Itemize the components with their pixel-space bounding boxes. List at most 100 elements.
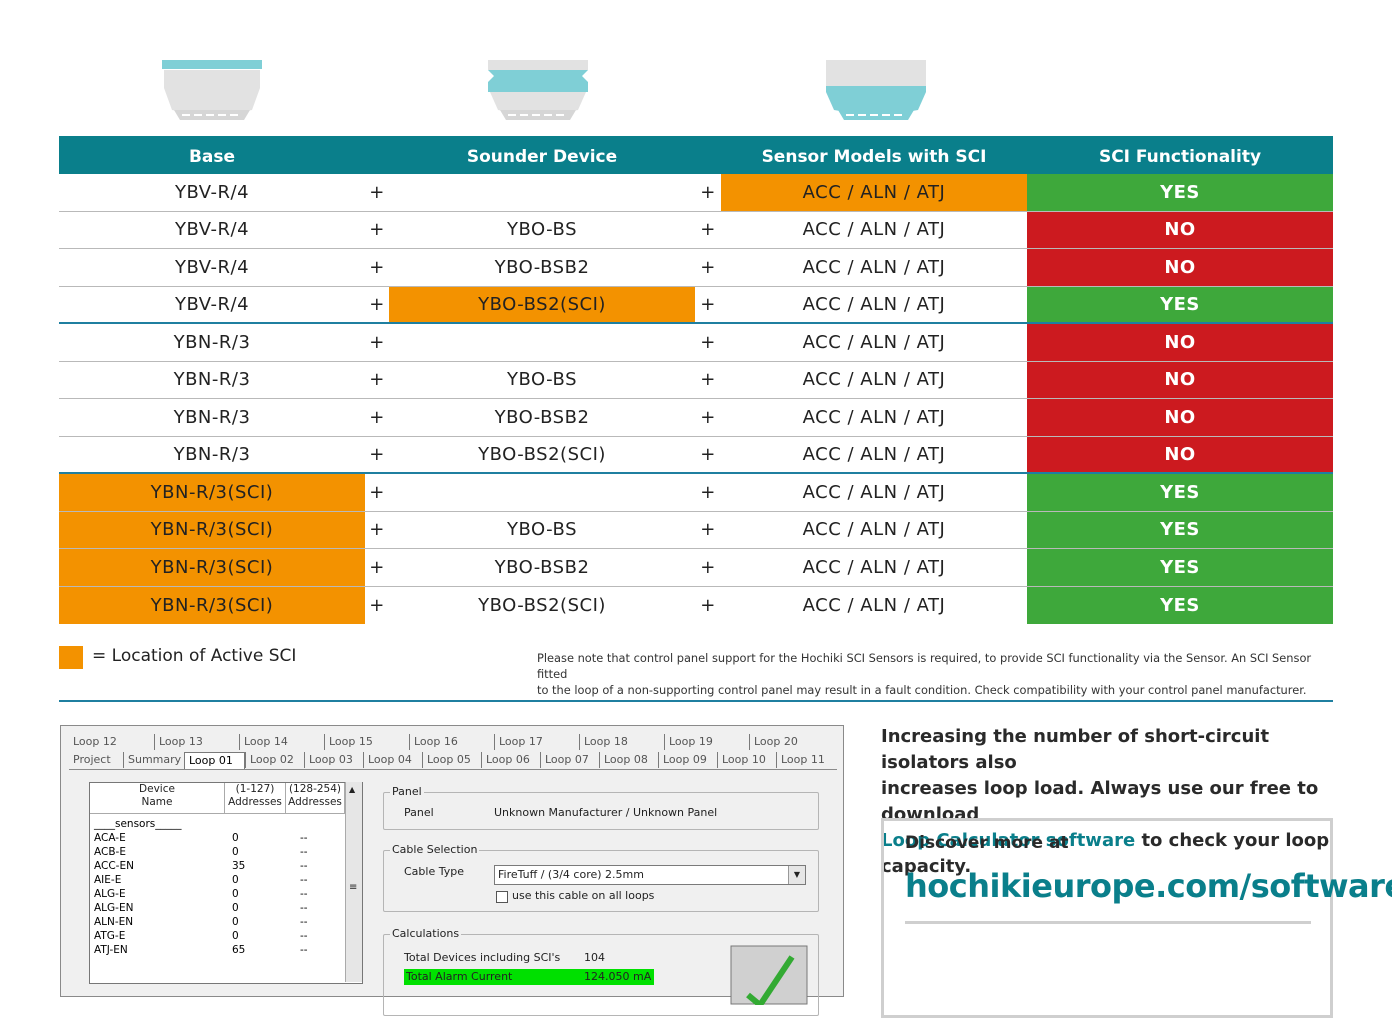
tab-loop-15[interactable]: Loop 15 bbox=[324, 734, 408, 750]
device-list[interactable]: Device Name (1-127) Addresses (128-254) … bbox=[89, 782, 363, 984]
table-row: YBV-R/4 + + ACC / ALN / ATJ YES bbox=[59, 174, 1333, 212]
list-item-a2: -- bbox=[300, 860, 308, 872]
tab-loop-11[interactable]: Loop 11 bbox=[776, 752, 834, 768]
note-line-1: Please note that control panel support f… bbox=[537, 651, 1312, 681]
cable-type-value: FireTuff / (3/4 core) 2.5mm bbox=[498, 868, 644, 881]
list-scrollbar[interactable]: ▲ ≡ bbox=[345, 782, 362, 982]
tab-project[interactable]: Project bbox=[69, 752, 121, 768]
sensor-cell: ACC / ALN / ATJ bbox=[802, 406, 946, 428]
table-row: YBN-R/3(SCI) + + ACC / ALN / ATJ YES bbox=[59, 474, 1333, 512]
tab-loop-12[interactable]: Loop 12 bbox=[69, 734, 152, 750]
alarm-current-value: 124.050 mA bbox=[584, 970, 652, 983]
sensor-cell: ACC / ALN / ATJ bbox=[721, 174, 1027, 211]
sci-status-cell: NO bbox=[1027, 361, 1333, 398]
base-cell: YBN-R/3 bbox=[173, 406, 251, 428]
list-item[interactable]: ACB-E 0 -- bbox=[94, 845, 354, 859]
base-cell: YBV-R/4 bbox=[174, 219, 250, 241]
tab-loop-14[interactable]: Loop 14 bbox=[239, 734, 323, 750]
tab-loop-01[interactable]: Loop 01 bbox=[184, 752, 245, 769]
list-item[interactable]: ALN-EN 0 -- bbox=[94, 915, 354, 929]
list-item[interactable]: ACC-EN 35 -- bbox=[94, 859, 354, 873]
list-item-a1: 65 bbox=[232, 944, 246, 956]
list-item[interactable]: AIE-E 0 -- bbox=[94, 873, 354, 887]
plus-cell: + bbox=[700, 443, 716, 465]
list-item-a1: 0 bbox=[232, 916, 239, 928]
sensor-cell: ACC / ALN / ATJ bbox=[802, 369, 946, 391]
sensor-cell: ACC / ALN / ATJ bbox=[802, 594, 946, 616]
sounder-cell: YBO-BS2(SCI) bbox=[478, 594, 606, 616]
tab-loop-05[interactable]: Loop 05 bbox=[422, 752, 480, 768]
list-item-name: ATG-E bbox=[94, 930, 126, 942]
discover-box: Discover more at hochikieurope.com/softw… bbox=[881, 818, 1392, 1018]
tab-loop-04[interactable]: Loop 04 bbox=[363, 752, 421, 768]
plus-cell: + bbox=[700, 519, 716, 541]
tab-loop-16[interactable]: Loop 16 bbox=[409, 734, 493, 750]
chevron-down-icon[interactable]: ▼ bbox=[788, 866, 805, 884]
list-item[interactable]: ALG-E 0 -- bbox=[94, 887, 354, 901]
sounder-cell: YBO-BS2(SCI) bbox=[478, 443, 606, 465]
cable-group-title: Cable Selection bbox=[390, 843, 480, 856]
table-row: YBN-R/3 + YBO-BS2(SCI) + ACC / ALN / ATJ NO bbox=[59, 436, 1333, 474]
discover-title: Discover more at bbox=[905, 833, 1069, 853]
table-row: YBN-R/3(SCI) + YBO-BSB2 + ACC / ALN / ATJ YES bbox=[59, 549, 1333, 587]
tab-loop-13[interactable]: Loop 13 bbox=[154, 734, 238, 750]
base-cell: YBV-R/4 bbox=[174, 293, 250, 315]
sounder-cell: YBO-BSB2 bbox=[494, 406, 590, 428]
calculations-group: Calculations Total Devices including SCI… bbox=[383, 927, 819, 1016]
base-cell: YBN-R/3(SCI) bbox=[59, 511, 365, 548]
tab-loop-10[interactable]: Loop 10 bbox=[717, 752, 775, 768]
total-devices-label: Total Devices including SCI's bbox=[404, 951, 561, 964]
sensor-device-icon bbox=[826, 60, 926, 120]
list-item-a1: 0 bbox=[232, 902, 239, 914]
list-item-a2: -- bbox=[300, 846, 308, 858]
total-devices-value: 104 bbox=[584, 951, 605, 964]
discover-url-link[interactable]: hochikieurope.com/software bbox=[905, 867, 1392, 905]
sci-status-cell: NO bbox=[1027, 324, 1333, 361]
base-cell: YBN-R/3(SCI) bbox=[59, 549, 365, 586]
list-item[interactable]: ACA-E 0 -- bbox=[94, 831, 354, 845]
tab-loop-19[interactable]: Loop 19 bbox=[664, 734, 748, 750]
list-item[interactable]: ATG-E 0 -- bbox=[94, 929, 354, 943]
sounder-cell: YBO-BS2(SCI) bbox=[389, 286, 695, 322]
tab-loop-03[interactable]: Loop 03 bbox=[304, 752, 362, 768]
sounder-cell: YBO-BSB2 bbox=[494, 256, 590, 278]
table-row: YBV-R/4 + YBO-BSB2 + ACC / ALN / ATJ NO bbox=[59, 249, 1333, 287]
plus-cell: + bbox=[369, 369, 385, 391]
plus-cell: + bbox=[369, 406, 385, 428]
tab-loop-09[interactable]: Loop 09 bbox=[658, 752, 716, 768]
loop-calculator-window: Loop 12 Loop 13 Loop 14 Loop 15 Loop 16 Loop … bbox=[60, 725, 844, 1016]
scroll-up-icon[interactable]: ▲ bbox=[349, 785, 355, 794]
sensor-cell: ACC / ALN / ATJ bbox=[802, 481, 946, 503]
list-item-name: ACA-E bbox=[94, 832, 126, 844]
tab-loop-18[interactable]: Loop 18 bbox=[579, 734, 663, 750]
list-item[interactable]: ALG-EN 0 -- bbox=[94, 901, 354, 915]
alarm-current-label: Total Alarm Current bbox=[406, 970, 513, 983]
table-row: YBV-R/4 + YBO-BS + ACC / ALN / ATJ NO bbox=[59, 211, 1333, 249]
section-divider bbox=[59, 700, 1333, 702]
header-sci: SCI Functionality bbox=[1098, 147, 1262, 167]
panel-value: Unknown Manufacturer / Unknown Panel bbox=[494, 806, 718, 819]
tab-loop-02[interactable]: Loop 02 bbox=[245, 752, 303, 768]
plus-cell: + bbox=[700, 293, 716, 315]
sensor-cell: ACC / ALN / ATJ bbox=[802, 256, 946, 278]
sounder-cell bbox=[389, 324, 695, 361]
tab-loop-06[interactable]: Loop 06 bbox=[481, 752, 539, 768]
sounder-device-icon bbox=[488, 60, 588, 120]
tab-loop-17[interactable]: Loop 17 bbox=[494, 734, 578, 750]
scroll-grip-icon[interactable]: ≡ bbox=[349, 882, 357, 893]
list-item-a2: -- bbox=[300, 832, 308, 844]
plus-cell: + bbox=[369, 181, 385, 203]
sensor-cell: ACC / ALN / ATJ bbox=[802, 443, 946, 465]
tab-loop-20[interactable]: Loop 20 bbox=[749, 734, 833, 750]
cable-type-select[interactable]: FireTuff / (3/4 core) 2.5mm ▼ bbox=[494, 865, 806, 885]
plus-cell: + bbox=[369, 481, 385, 503]
tab-summary[interactable]: Summary bbox=[123, 752, 183, 768]
tab-border bbox=[69, 769, 837, 770]
sensor-cell: ACC / ALN / ATJ bbox=[802, 293, 946, 315]
tab-loop-07[interactable]: Loop 07 bbox=[540, 752, 598, 768]
list-item-name: AIE-E bbox=[94, 874, 122, 886]
list-item[interactable]: ATJ-EN 65 -- bbox=[94, 943, 354, 957]
all-loops-checkbox[interactable] bbox=[496, 891, 508, 903]
tab-loop-08[interactable]: Loop 08 bbox=[599, 752, 657, 768]
sounder-cell: YBO-BS bbox=[506, 519, 577, 541]
